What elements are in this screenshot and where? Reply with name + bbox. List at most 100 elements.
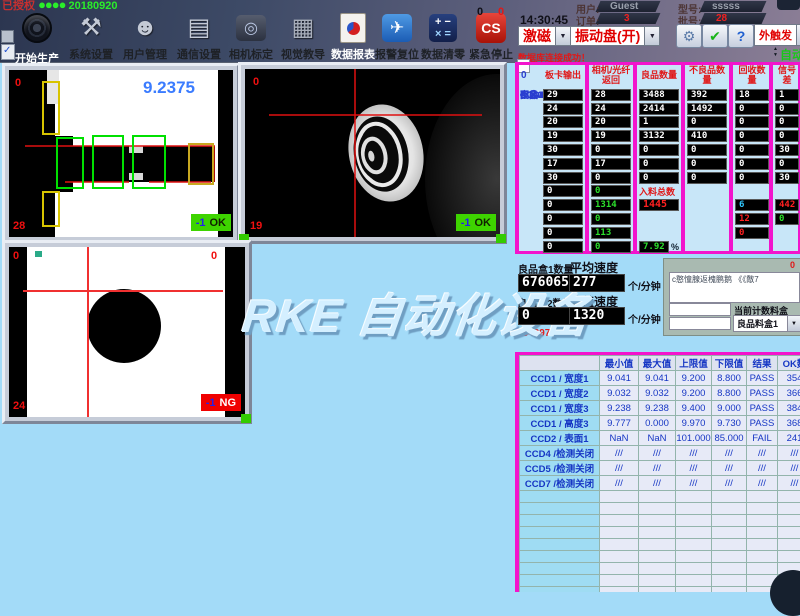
rok: 384 — [778, 401, 800, 416]
result-row[interactable]: CCD2 / 表面1 NaN NaN 101.000 85.000 FAIL 2… — [520, 431, 800, 446]
calculator-icon: + −× = — [426, 12, 460, 44]
rmax: 0.000 — [639, 416, 676, 431]
cell: 1492 — [687, 103, 727, 115]
comm-settings-button[interactable]: ▤ 通信设置 — [172, 12, 226, 62]
magnet-combo[interactable]: 激磁 ▼ — [518, 26, 571, 46]
cell: 30 — [543, 144, 583, 156]
cell: 0 — [735, 130, 769, 142]
rlabel: CCD5 /检测关闭 — [520, 461, 600, 476]
col-ng-count: 不良品数量 392 1492 0 410 0 0 0 — [687, 62, 727, 185]
rup: 9.400 — [676, 401, 712, 416]
rok: /// — [778, 446, 800, 461]
window-control-tab[interactable] — [777, 0, 800, 10]
cell: 29 — [543, 89, 583, 101]
emergency-stop-label: 紧急停止 — [464, 46, 518, 62]
calc-row1: + − — [435, 16, 451, 28]
gear-button[interactable]: ⚙ — [676, 24, 702, 48]
cam1-result-badge: -1 OK — [191, 214, 231, 231]
cell: 0 — [591, 185, 631, 197]
box-select-arrow-icon[interactable]: ▼ — [787, 316, 800, 331]
cell: 0 — [543, 199, 583, 211]
cam3-circle-part — [87, 289, 161, 363]
good-box2-value: 0 — [518, 307, 570, 325]
box-select-value: 良品料盒1 — [734, 317, 778, 330]
clock: 14:30:45 — [520, 13, 568, 27]
result-row[interactable]: CCD1 / 宽度1 9.041 9.041 9.200 8.800 PASS … — [520, 371, 800, 386]
result-row[interactable]: CCD1 / 高度3 9.777 0.000 9.970 9.730 PASS … — [520, 416, 800, 431]
batch-band — [700, 13, 767, 24]
rok: /// — [778, 476, 800, 491]
cell: 3132 — [639, 130, 679, 142]
rlabel: CCD7 /检测关闭 — [520, 476, 600, 491]
rres: FAIL — [747, 431, 778, 446]
cell: 0 — [543, 185, 583, 197]
user-management-label: 用户管理 — [118, 46, 172, 62]
calc-row2: × = — [435, 28, 451, 40]
vibrator-combo[interactable]: 振动盘(开) ▼ — [570, 26, 660, 46]
cell: 18 — [735, 89, 769, 101]
camera-calibration-button[interactable]: ◎ 相机标定 — [224, 12, 278, 62]
confirm-check-button[interactable]: ✔ — [702, 24, 728, 48]
camera1-view: 0 28 9.2375 -1 OK — [9, 70, 233, 237]
result-header-row: 最小值 最大值 上限值 下限值 结果 OK数 — [520, 356, 800, 371]
input-field-2[interactable] — [669, 317, 731, 330]
system-settings-label: 系统设置 — [64, 46, 118, 62]
main-toolbar: 已授权 ●●●● 20180920 开始生产 ⚒ 系统设置 ☻ 用户管理 ▤ 通… — [0, 0, 800, 63]
cell: 0 — [775, 130, 799, 142]
cell: 2414 — [639, 103, 679, 115]
empty-row — [520, 503, 800, 515]
user-management-button[interactable]: ☻ 用户管理 — [118, 12, 172, 62]
rmax: 9.041 — [639, 371, 676, 386]
cell: 0 — [639, 158, 679, 170]
empty-row — [520, 491, 800, 503]
help-button[interactable]: ? — [728, 24, 754, 48]
start-production-button[interactable]: 开始生产 — [10, 12, 64, 66]
note-textbox[interactable]: c憨憧腺返槐鹏鹅 《《敿7 — [669, 272, 800, 303]
cam3-left-bar — [9, 247, 27, 417]
cell: 1 — [639, 116, 679, 128]
camera1-image — [9, 70, 233, 237]
vision-screen-icon: ▦ — [286, 12, 320, 44]
vibrator-combo-arrow-icon[interactable]: ▼ — [645, 26, 660, 46]
avg-speed-unit: 个/分钟 — [628, 278, 661, 293]
result-row[interactable]: CCD5 /检测关闭 /// /// /// /// /// /// — [520, 461, 800, 476]
measurement-result-table: 最小值 最大值 上限值 下限值 结果 OK数 CCD1 / 宽度1 9.041 … — [515, 352, 800, 592]
cell: 24 — [591, 103, 631, 115]
cam1-badge-text: OK — [210, 217, 227, 229]
result-row[interactable]: CCD1 / 宽度2 9.032 9.032 9.200 8.800 PASS … — [520, 386, 800, 401]
total-count-red: 254397 — [517, 328, 550, 339]
magnet-combo-arrow-icon[interactable]: ▼ — [556, 26, 571, 46]
trigger-combo[interactable]: 外触发 ▼ — [754, 24, 800, 46]
box-select-dropdown[interactable]: 良品料盒1 ▼ — [733, 315, 800, 332]
rup: 101.000 — [676, 431, 712, 446]
cam1-count-bottomleft: 28 — [13, 221, 25, 232]
result-row[interactable]: CCD4 /检测关闭 /// /// /// /// /// /// — [520, 446, 800, 461]
rok: 241 — [778, 431, 800, 446]
system-settings-button[interactable]: ⚒ 系统设置 — [64, 12, 118, 62]
cell: 17 — [591, 158, 631, 170]
header-result: 结果 — [747, 356, 778, 371]
mode-spinner-icon[interactable]: ▲▼ — [773, 46, 778, 58]
cam3-status-square-right — [241, 414, 251, 423]
rlow: 8.800 — [712, 371, 747, 386]
result-row[interactable]: CCD1 / 宽度3 9.238 9.238 9.400 9.000 PASS … — [520, 401, 800, 416]
result-row[interactable]: CCD7 /检测关闭 /// /// /// /// /// /// — [520, 476, 800, 491]
input-field-1[interactable] — [669, 303, 731, 316]
rmax: 9.032 — [639, 386, 676, 401]
emergency-stop-button[interactable]: CS 紧急停止 — [464, 12, 518, 62]
data-clear-button[interactable]: + −× = 数据清零 — [416, 12, 470, 62]
rup: /// — [676, 461, 712, 476]
feed-total-label: 入料总数 — [639, 185, 675, 198]
magnet-combo-value: 激磁 — [518, 26, 556, 46]
server-stack-icon: ▤ — [182, 12, 216, 44]
rres: PASS — [747, 416, 778, 431]
vision-teach-button[interactable]: ▦ 视觉教导 — [276, 12, 330, 62]
camera2-view: 0 19 -1 OK — [245, 69, 500, 237]
cell: 0 — [543, 241, 583, 253]
report-doc-icon — [336, 12, 370, 44]
rmin: /// — [600, 446, 639, 461]
cell: 19 — [543, 130, 583, 142]
good-rate-value: 7.92 — [639, 241, 669, 253]
cam3-badge-number: -1 — [206, 397, 216, 409]
header-max: 最大值 — [639, 356, 676, 371]
